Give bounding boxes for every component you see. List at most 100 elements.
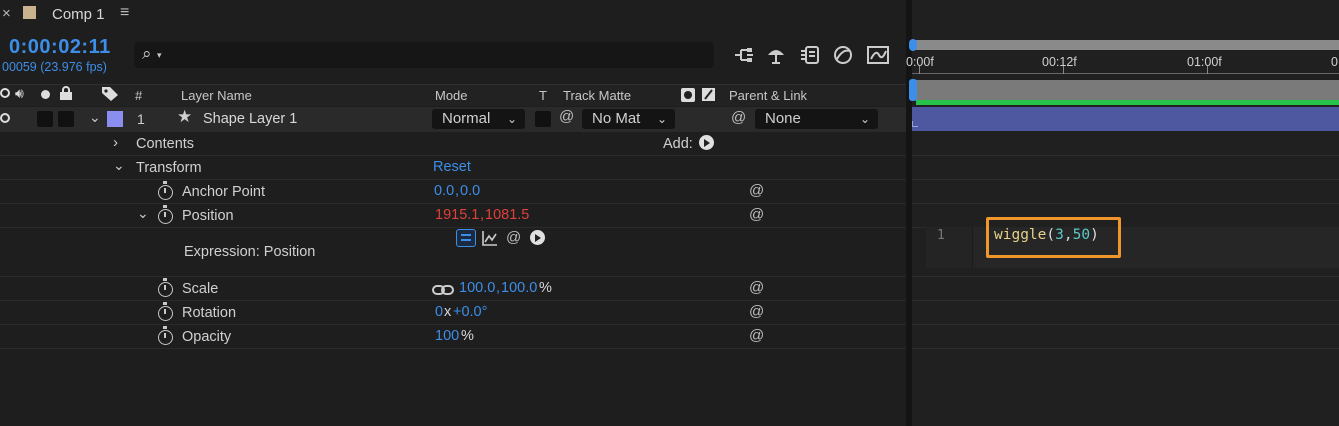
- frame-count-display: 00059 (23.976 fps): [2, 60, 107, 74]
- draft-3d-icon[interactable]: [832, 44, 854, 66]
- chevron-down-icon: ⌄: [506, 112, 517, 126]
- parent-pickwhip-icon[interactable]: @: [731, 109, 746, 126]
- preserve-transparency-switch[interactable]: [535, 111, 551, 127]
- layer-bar-in-point[interactable]: [912, 121, 918, 127]
- add-property-button[interactable]: [699, 135, 714, 150]
- rotation-label: Rotation: [182, 305, 237, 321]
- rotation-turns-value[interactable]: 0: [435, 304, 443, 320]
- expression-pickwhip-icon[interactable]: @: [506, 229, 521, 246]
- shy-layers-icon[interactable]: [733, 44, 755, 66]
- parent-dropdown[interactable]: None ⌄: [755, 109, 878, 129]
- transform-reset-link[interactable]: Reset: [433, 159, 471, 175]
- contents-twirl-chevron-icon[interactable]: ›: [113, 134, 118, 151]
- lock-header-icon: [59, 86, 73, 104]
- layer-number: 1: [137, 111, 145, 127]
- expression-function: wiggle: [994, 227, 1047, 243]
- layer-name-header[interactable]: Layer Name: [181, 88, 252, 103]
- graph-editor-icon[interactable]: [866, 44, 890, 66]
- blend-mode-dropdown[interactable]: Normal ⌄: [432, 109, 525, 129]
- anchor-pickwhip-icon[interactable]: @: [749, 182, 764, 199]
- expression-close-paren: ): [1090, 227, 1099, 243]
- track-matte-dropdown[interactable]: No Mat ⌄: [582, 109, 675, 129]
- expression-position-label: Expression: Position: [184, 244, 316, 260]
- time-navigator-bar[interactable]: [915, 40, 1339, 50]
- expression-arg2: 50: [1072, 227, 1091, 243]
- ruler-tick: [1207, 66, 1208, 74]
- search-icon: ⌕: [142, 44, 152, 63]
- close-tab-icon[interactable]: ×: [2, 5, 11, 22]
- expression-enable-toggle[interactable]: [456, 229, 476, 247]
- rotation-pickwhip-icon[interactable]: @: [749, 303, 764, 320]
- expression-code[interactable]: wiggle(3,50): [994, 227, 1099, 243]
- layer-solo-switch[interactable]: [37, 111, 53, 127]
- anchor-stopwatch-icon[interactable]: [158, 181, 173, 200]
- scale-stopwatch-icon[interactable]: [158, 278, 173, 297]
- scale-constrain-link-icon[interactable]: [432, 283, 454, 299]
- parent-link-header: Parent & Link: [729, 88, 808, 103]
- position-pickwhip-icon[interactable]: @: [749, 206, 764, 223]
- rotation-stopwatch-icon[interactable]: [158, 302, 173, 321]
- scale-label: Scale: [182, 281, 219, 297]
- layer-duration-bar[interactable]: [912, 107, 1339, 131]
- expression-graph-icon[interactable]: [482, 230, 498, 249]
- work-area-start-handle[interactable]: [909, 79, 917, 101]
- label-header-icon: [101, 86, 119, 105]
- frame-blending-icon[interactable]: [765, 44, 787, 66]
- layer-visibility-icon[interactable]: [0, 113, 10, 123]
- expression-comma: ,: [1063, 227, 1073, 243]
- navigator-start-handle[interactable]: [909, 39, 917, 51]
- transform-twirl-chevron-icon[interactable]: ⌄: [113, 157, 125, 174]
- time-ruler-baseline: [912, 73, 1339, 74]
- motion-blur-icon[interactable]: [799, 44, 821, 66]
- expression-language-menu-icon[interactable]: [530, 230, 545, 245]
- layer-label-color[interactable]: [107, 111, 123, 127]
- layer-lock-switch[interactable]: [58, 111, 74, 127]
- layer-number-header: #: [135, 88, 143, 103]
- opacity-label: Opacity: [182, 329, 232, 345]
- scale-unit: %: [539, 280, 552, 296]
- panel-menu-icon[interactable]: ≡: [120, 4, 129, 22]
- comp-tab-title[interactable]: Comp 1: [52, 6, 105, 23]
- anchor-x-value[interactable]: 0.0: [434, 183, 454, 199]
- opacity-stopwatch-icon[interactable]: [158, 326, 173, 345]
- work-area-bar[interactable]: [916, 80, 1339, 100]
- position-x-value[interactable]: 1915.1: [435, 207, 479, 223]
- composition-icon: [23, 6, 36, 19]
- tab-bar: [0, 0, 912, 32]
- solo-header-icon: [41, 90, 50, 99]
- scale-separator: ,: [496, 280, 501, 296]
- scale-x-value[interactable]: 100.0: [459, 280, 495, 296]
- opacity-pickwhip-icon[interactable]: @: [749, 327, 764, 344]
- scale-pickwhip-icon[interactable]: @: [749, 279, 764, 296]
- current-time-display[interactable]: 0:00:02:11: [9, 36, 111, 59]
- position-stopwatch-icon[interactable]: [158, 205, 173, 224]
- audio-header-icon: 🔊︎: [15, 85, 24, 101]
- anchor-y-value[interactable]: 0.0: [460, 183, 480, 199]
- matte-mask-header-icon: [701, 87, 716, 105]
- expression-line-number: 1: [937, 228, 945, 243]
- layer-name[interactable]: Shape Layer 1: [203, 111, 297, 127]
- position-label: Position: [182, 208, 234, 224]
- rotation-degrees-value[interactable]: +0.0°: [453, 304, 487, 320]
- ruler-label-12f: 00:12f: [1042, 55, 1077, 69]
- expression-arg1: 3: [1055, 227, 1064, 243]
- rotation-x: x: [444, 304, 452, 320]
- position-twirl-chevron-icon[interactable]: ⌄: [137, 205, 149, 222]
- preserve-transparency-header: T: [539, 88, 547, 103]
- search-dropdown-icon: ▾: [157, 50, 162, 60]
- matte-invert-header-icon: [681, 88, 695, 102]
- expression-gutter: [926, 227, 973, 268]
- ruler-label-1s: 01:00f: [1187, 55, 1222, 69]
- position-y-value[interactable]: 1081.5: [485, 207, 529, 223]
- opacity-unit: %: [461, 328, 474, 344]
- contents-group-label[interactable]: Contents: [136, 136, 194, 152]
- layer-twirl-chevron-icon[interactable]: ⌄: [89, 109, 101, 126]
- opacity-value[interactable]: 100: [435, 328, 459, 344]
- chevron-down-icon: ⌄: [656, 112, 667, 126]
- position-separator: ,: [480, 207, 485, 223]
- scale-y-value[interactable]: 100.0: [501, 280, 537, 296]
- transform-group-label[interactable]: Transform: [136, 160, 202, 176]
- matte-pickwhip-icon[interactable]: @: [559, 108, 574, 125]
- layer-search-input[interactable]: ⌕ ▾: [134, 42, 714, 68]
- chevron-down-icon: ⌄: [859, 112, 870, 126]
